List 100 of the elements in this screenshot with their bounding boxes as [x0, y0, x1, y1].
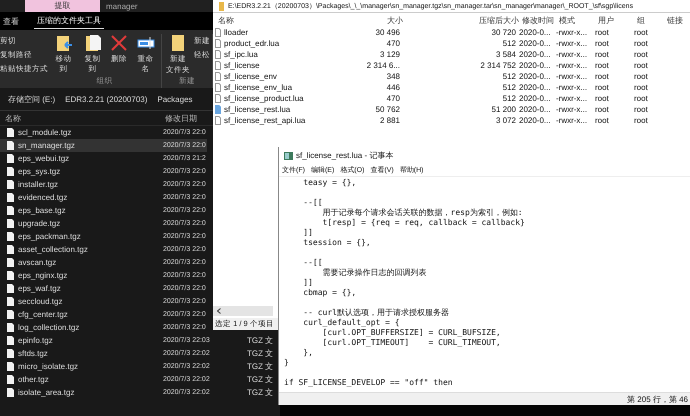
- archive-row[interactable]: sf_license_env_lua 446 512 2020-0... -rwxr-x... root root: [213, 82, 690, 93]
- table-cell-text: root: [633, 50, 649, 59]
- file-name: sn_manager.tgz: [18, 141, 76, 150]
- table-cell-text: -rwxr-x...: [555, 105, 588, 114]
- notepad-icon: [284, 152, 293, 160]
- table-cell-text: root: [594, 28, 610, 37]
- table-cell-text: root: [633, 39, 649, 48]
- table-cell-text: 2020-0...: [518, 61, 552, 70]
- window-title: manager: [106, 2, 138, 10]
- table-cell-text: 512: [502, 83, 516, 92]
- folder-icon: [219, 2, 224, 10]
- file-name: sftds.tgz: [18, 349, 49, 358]
- table-cell-text: -rwxr-x...: [555, 83, 588, 92]
- file-name: eps_packman.tgz: [18, 232, 82, 241]
- context-tab[interactable]: 提取: [25, 0, 100, 12]
- code-line: tsession = {},: [302, 238, 371, 247]
- table-cell-text: 2020-0...: [518, 72, 552, 81]
- table-cell-text: 348: [386, 72, 400, 81]
- file-type: TGZ 文: [247, 361, 274, 372]
- column-header[interactable]: 模式: [556, 14, 595, 26]
- table-cell-text: 512: [502, 72, 516, 81]
- table-cell-text: root: [594, 105, 610, 114]
- table-cell-text: sf_license_env: [223, 72, 278, 81]
- code-line: ]]: [302, 278, 313, 287]
- table-cell-text: root: [594, 72, 610, 81]
- table-cell-text: root: [633, 61, 649, 70]
- status-text: 第 205 行，第 46: [627, 394, 688, 404]
- table-cell-text: 3 584: [494, 50, 516, 59]
- table-cell-text: sf_license_rest.lua: [223, 105, 292, 114]
- code-line: },: [302, 348, 313, 357]
- archive-row[interactable]: sf_license_rest_api.lua 2 881 3 072 2020-0... -rwxr-x... root root: [213, 115, 690, 126]
- file-type: TGZ 文: [247, 335, 274, 346]
- column-header[interactable]: 名称: [215, 14, 345, 26]
- table-cell-text: root: [633, 105, 649, 114]
- breadcrumb-item[interactable]: Packages: [157, 94, 193, 104]
- table-cell-text: 2020-0...: [518, 94, 552, 103]
- archive-row[interactable]: sf_license 2 314 6... 2 314 752 2020-0... -rwxr-x... root root: [213, 60, 690, 71]
- file-name: isolate_area.tgz: [18, 388, 76, 397]
- table-cell-text: root: [594, 94, 610, 103]
- table-cell-text: root: [633, 72, 649, 81]
- table-cell-text: 470: [386, 94, 400, 103]
- table-cell-text: sf_ipc.lua: [223, 50, 259, 59]
- table-cell-text: 2 881: [378, 116, 400, 125]
- column-header[interactable]: 用户: [595, 14, 634, 26]
- archive-row[interactable]: product_edr.lua 470 512 2020-0... -rwxr-x... root root: [213, 38, 690, 49]
- horizontal-scrollbar[interactable]: [213, 306, 273, 316]
- table-cell-text: lloader: [223, 28, 250, 37]
- code-line: cbmap = {},: [302, 288, 356, 297]
- table-cell-text: sf_license_rest_api.lua: [223, 116, 306, 125]
- table-cell-text: root: [594, 50, 610, 59]
- table-cell-text: 2020-0...: [518, 105, 552, 114]
- column-header[interactable]: 名称: [5, 112, 165, 124]
- archive-row[interactable]: sf_license_product.lua 470 512 2020-0... -rwxr-x... root root: [213, 93, 690, 104]
- table-cell-text: -rwxr-x...: [555, 61, 588, 70]
- file-name: log_collection.tgz: [18, 323, 80, 332]
- table-cell-text: root: [594, 39, 610, 48]
- table-cell-text: root: [594, 83, 610, 92]
- file-name: eps_base.tgz: [18, 206, 67, 215]
- file-name: eps_nginx.tgz: [18, 271, 68, 280]
- file-name: micro_isolate.tgz: [18, 362, 80, 371]
- file-name: scl_module.tgz: [18, 128, 72, 137]
- archive-row[interactable]: sf_ipc.lua 3 129 3 584 2020-0... -rwxr-x... root root: [213, 49, 690, 60]
- column-header[interactable]: 大小: [345, 14, 403, 26]
- column-header[interactable]: 修改时间: [519, 14, 556, 26]
- breadcrumb-item[interactable]: 存储空间 (E:): [8, 94, 56, 104]
- table-cell-text: 30 720: [490, 28, 516, 37]
- document-icon: [84, 34, 102, 52]
- column-header[interactable]: 压缩后大小: [403, 14, 519, 26]
- archive-row[interactable]: lloader 30 496 30 720 2020-0... -rwxr-x... root root: [213, 27, 690, 38]
- code-line: ]]: [302, 228, 313, 237]
- delete-icon: [110, 34, 128, 52]
- code-line: [curl.OPT_BUFFERSIZE] = CURL_BUFSIZE,: [322, 328, 501, 337]
- table-cell-text: -rwxr-x...: [555, 72, 588, 81]
- ribbon-tab[interactable]: 查看: [0, 14, 22, 28]
- file-name: eps_sys.tgz: [18, 167, 62, 176]
- table-cell-text: root: [594, 116, 610, 125]
- table-cell-text: sf_license_env_lua: [223, 83, 294, 92]
- breadcrumb-item[interactable]: EDR3.2.21 (20200703): [65, 94, 148, 104]
- code-line: t[resp] = {req = req, callback = callback}: [322, 218, 525, 227]
- table-cell-text: root: [594, 61, 610, 70]
- folder-icon: [169, 34, 187, 52]
- code-line: [curl.OPT_TIMEOUT] = CURL_TIMEOUT,: [322, 338, 501, 347]
- code-line: -- curl默认选项，用于请求授权服务器: [302, 308, 449, 317]
- archive-row[interactable]: sf_license_env 348 512 2020-0... -rwxr-x... root root: [213, 71, 690, 82]
- column-header[interactable]: 链接: [667, 14, 690, 26]
- file-type: TGZ 文: [247, 348, 274, 359]
- code-line: if SF_LICENSE_DEVELOP == "off" then: [284, 378, 453, 387]
- table-cell-text: 470: [386, 39, 400, 48]
- column-header[interactable]: 组: [634, 14, 667, 26]
- file-type: TGZ 文: [247, 387, 274, 398]
- table-cell-text: 51 200: [490, 105, 516, 114]
- table-cell-text: 2020-0...: [518, 28, 552, 37]
- table-cell-text: sf_license: [223, 61, 261, 70]
- table-cell-text: product_edr.lua: [223, 39, 280, 48]
- column-header[interactable]: 修改日期: [165, 112, 197, 124]
- file-type: TGZ 文: [247, 374, 274, 385]
- ribbon-tab[interactable]: 压缩的文件夹工具: [34, 13, 104, 29]
- archive-row[interactable]: sf_license_rest.lua 50 762 51 200 2020-0... -rwxr-x... root root: [213, 104, 690, 115]
- table-cell-text: root: [633, 83, 649, 92]
- rename-icon: [136, 34, 154, 52]
